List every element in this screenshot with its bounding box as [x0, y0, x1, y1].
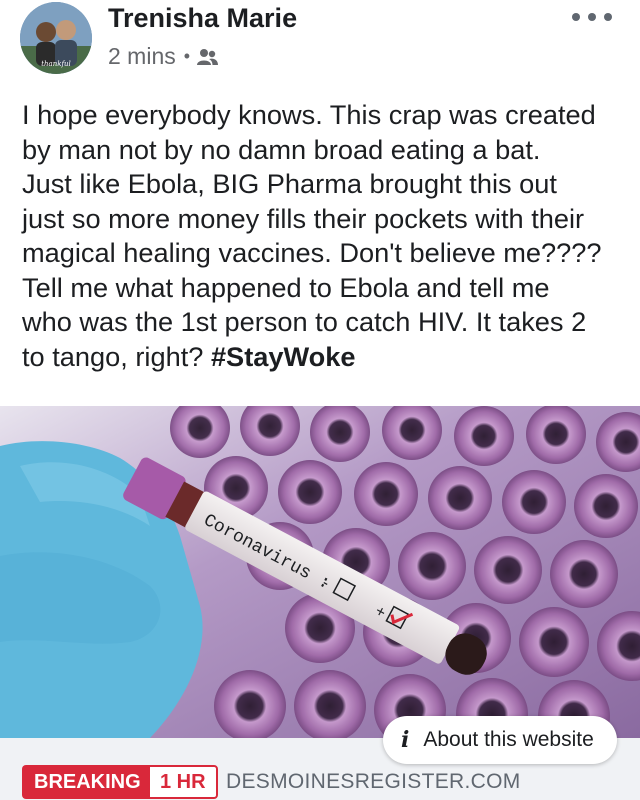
post-timestamp[interactable]: 2 mins — [108, 43, 176, 70]
post-text-line: I hope everybody knows. This crap was cr… — [22, 99, 596, 130]
svg-text:thankful: thankful — [41, 60, 71, 68]
post-text-line: magical healing vaccines. Don't believe … — [22, 237, 602, 268]
about-website-label: About this website — [423, 728, 594, 751]
post-text-line: just so more money fills their pockets w… — [22, 202, 585, 234]
post-text-line: who was the 1st person to catch HIV. It … — [22, 306, 587, 337]
time-badge: 1 HR — [148, 765, 218, 799]
author-name[interactable]: Trenisha Marie — [108, 3, 297, 34]
link-domain[interactable]: DESMOINESREGISTER.COM — [226, 770, 521, 794]
post-meta: 2 mins • — [108, 43, 219, 70]
breaking-badge: BREAKING — [22, 765, 153, 799]
post-text: I hope everybody knows. This crap was cr… — [22, 98, 626, 374]
post-header: thankful Trenisha Marie 2 mins • — [0, 0, 640, 96]
link-preview-image[interactable]: Coronavirus : - + — [0, 406, 640, 738]
post-text-line: Just like Ebola, BIG Pharma brought this… — [22, 168, 557, 199]
author-avatar[interactable]: thankful — [20, 2, 92, 74]
post-text-line: to tango, right? #StayWoke — [22, 340, 626, 375]
about-website-button[interactable]: i About this website — [383, 716, 617, 764]
more-options-icon[interactable] — [572, 6, 612, 28]
friends-icon — [196, 48, 219, 66]
hashtag-link[interactable]: #StayWoke — [211, 341, 356, 372]
info-icon: i — [401, 727, 410, 753]
post-text-line: Tell me what happened to Ebola and tell … — [22, 271, 550, 303]
post-text-segment: to tango, right? — [22, 340, 211, 372]
post-text-line: by man not by no damn broad eating a bat… — [22, 133, 541, 165]
meta-separator: • — [183, 46, 191, 66]
